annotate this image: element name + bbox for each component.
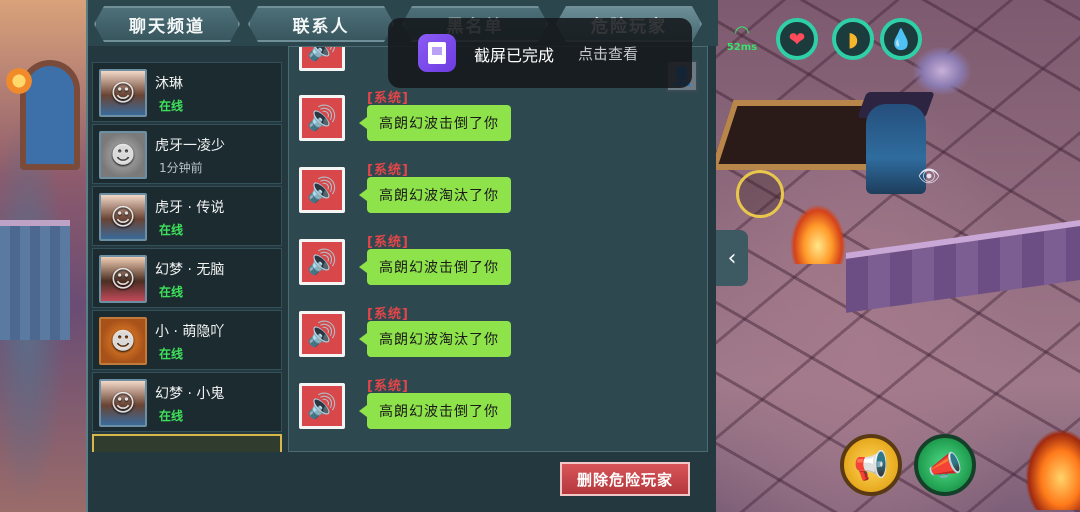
contact-name: 小 · 萌隐吖 (155, 324, 225, 340)
contact-status: 在线 (159, 409, 184, 423)
contact-name: 沐琳 (155, 76, 183, 92)
tab-chat-channel[interactable]: 聊天频道 (94, 6, 240, 42)
game-scene-right (716, 0, 1080, 512)
message-bubble: 高朗幻波淘汰了你 (359, 177, 511, 213)
hunger-meter: ◗ (832, 18, 874, 60)
heart-icon: ❤ (788, 27, 806, 51)
avatar: ☺ (99, 255, 147, 303)
message-tag: [系统] (367, 379, 409, 394)
contact-status: 在线 (159, 223, 184, 237)
message-tag: [系统] (367, 307, 409, 322)
campfire (790, 204, 846, 264)
contact-name: 幻梦 · 无脑 (155, 262, 225, 278)
megaphone-icon: 📣 (927, 448, 963, 482)
water-drop-icon: 💧 (888, 27, 914, 51)
toast-view-link[interactable]: 点击查看 (578, 43, 638, 64)
avatar: ☻ (99, 131, 147, 179)
contact-name: 虎牙 · 传说 (155, 200, 225, 216)
contact-item[interactable]: ☺ 沐琳 在线 (92, 62, 282, 122)
contact-status: 1分钟前 (159, 161, 203, 175)
avatar: ☺ (99, 193, 147, 241)
speaker-icon: 🔊 (299, 47, 345, 71)
toast-title: 截屏已完成 (474, 46, 555, 65)
health-meter: ❤ (776, 18, 818, 60)
contact-status: 在线 (159, 99, 184, 113)
eye-icon[interactable]: 👁 (914, 166, 944, 190)
thirst-meter: 💧 (880, 18, 922, 60)
speaker-icon[interactable]: 🔊 (299, 383, 345, 429)
message-bubble: 高朗幻波击倒了你 (359, 393, 511, 429)
contact-item[interactable]: ☺ 幻梦 · 无脑 在线 (92, 248, 282, 308)
message-tag: [系统] (367, 91, 409, 106)
contact-list[interactable]: ☺ 沐琳 在线 ☻ 虎牙一凌少 1分钟前 ☺ 虎牙 · 传说 在线 ☺ 幻梦 ·… (92, 60, 282, 452)
broadcast-button[interactable]: 📢 (840, 434, 902, 496)
contact-name: 幻梦 · 小鬼 (155, 386, 225, 402)
contact-item[interactable]: ☻ 小 · 萌隐吖 在线 (92, 310, 282, 370)
message-bubble: 高朗幻波击倒了你 (359, 249, 511, 285)
avatar: ☻ (99, 317, 147, 365)
message-row: 🔊 [系统] 高朗幻波击倒了你 (289, 87, 707, 151)
network-signal: ◠ 52ms (724, 24, 760, 58)
contact-item[interactable]: ☺ 幻梦 · 小鬼 在线 (92, 372, 282, 432)
message-row: 🔊 [系统] 高朗幻波淘汰了你 (289, 303, 707, 367)
tab-contacts[interactable]: 联系人 (248, 6, 394, 42)
interact-button[interactable] (736, 170, 784, 218)
chevron-left-icon: ‹ (727, 245, 737, 271)
message-row: 🔊 [系统] 高朗幻波击倒了你 (289, 375, 707, 439)
message-row: 🔊 [系统] 高朗幻波淘汰了你 (289, 159, 707, 223)
speaker-icon[interactable]: 🔊 (299, 95, 345, 141)
ping-value: 52ms (726, 42, 758, 53)
avatar: ☺ (99, 69, 147, 117)
food-icon: ◗ (847, 27, 859, 51)
contact-item[interactable]: ☺ 虎牙 · 传说 在线 (92, 186, 282, 246)
delete-dangerous-player-button[interactable]: 删除危险玩家 (560, 462, 690, 496)
collapse-panel-button[interactable]: ‹ (716, 230, 748, 286)
message-row: 🔊 [系统] 高朗幻波击倒了你 (289, 231, 707, 295)
gallery-app-icon (418, 34, 456, 72)
contact-name: 虎牙一凌少 (155, 138, 225, 154)
wifi-signal-icon: ◠ (734, 22, 750, 43)
voice-chat-button[interactable]: 📣 (914, 434, 976, 496)
avatar: ☺ (99, 379, 147, 427)
contact-item-selected[interactable] (92, 434, 282, 452)
message-tag: [系统] (367, 163, 409, 178)
avatar-girl-icon: ☺ (110, 203, 136, 231)
avatar-pumpkin-icon: ☻ (110, 327, 136, 355)
game-scene-left (0, 0, 90, 512)
message-list[interactable]: 🔊 🔊 [系统] 高朗幻波击倒了你 🔊 [系统] 高朗幻波淘汰了你 🔊 [系统]… (288, 46, 708, 452)
megaphone-icon: 📢 (853, 448, 889, 482)
scene-creature (912, 46, 972, 96)
screenshot-toast[interactable]: 截屏已完成 点击查看 (388, 18, 692, 88)
speaker-icon[interactable]: 🔊 (299, 239, 345, 285)
contact-status: 在线 (159, 347, 184, 361)
speaker-icon[interactable]: 🔊 (299, 167, 345, 213)
campfire-2 (1026, 430, 1080, 510)
contact-status: 在线 (159, 285, 184, 299)
avatar-girl-icon: ☺ (110, 79, 136, 107)
avatar-boy-icon: ☺ (110, 265, 136, 293)
avatar-cat-icon: ☻ (110, 141, 136, 169)
message-bubble: 高朗幻波淘汰了你 (359, 321, 511, 357)
contact-item[interactable]: ☻ 虎牙一凌少 1分钟前 (92, 124, 282, 184)
speaker-icon[interactable]: 🔊 (299, 311, 345, 357)
scene-flower (4, 66, 34, 96)
message-bubble: 高朗幻波击倒了你 (359, 105, 511, 141)
scene-pillar (0, 220, 70, 340)
avatar-girl-icon: ☺ (110, 389, 136, 417)
message-tag: [系统] (367, 235, 409, 250)
